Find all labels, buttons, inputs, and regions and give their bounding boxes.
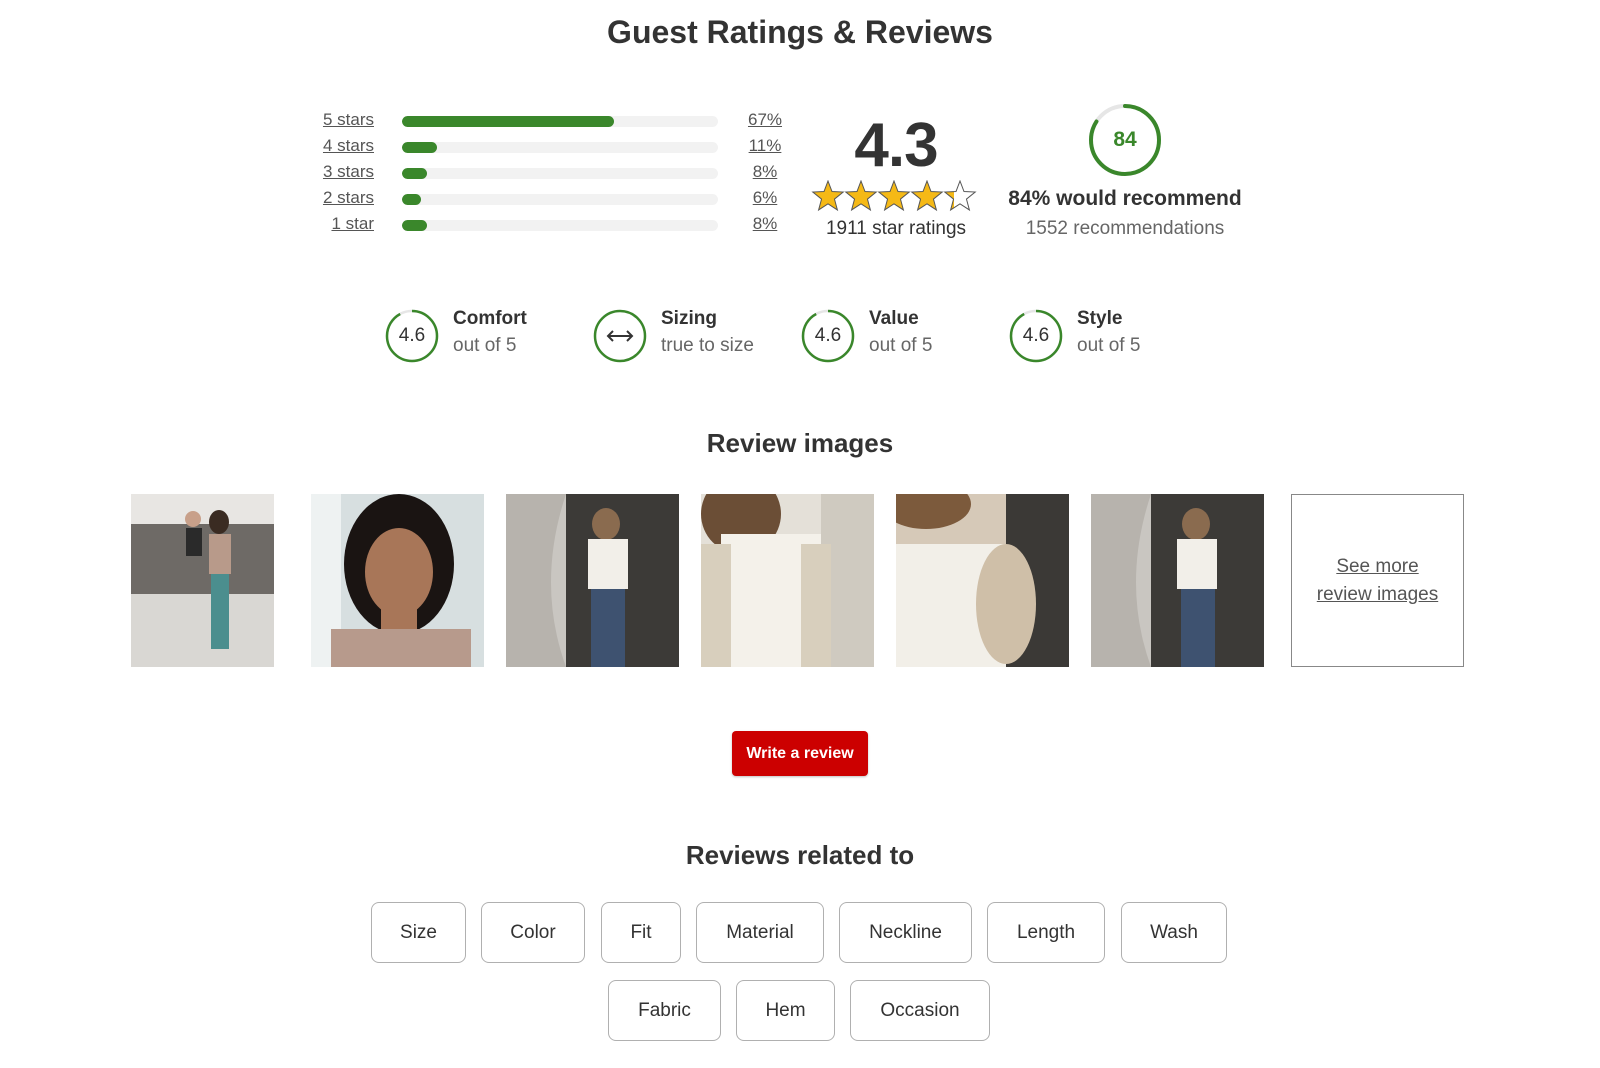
rating-bar-fill — [402, 194, 421, 205]
page-title: Guest Ratings & Reviews — [607, 14, 993, 50]
review-image-thumbnail[interactable] — [896, 494, 1069, 667]
reviews-related-title: Reviews related to — [685, 840, 915, 870]
attribute-subtitle: true to size — [661, 335, 754, 356]
average-star-rating — [811, 180, 977, 212]
review-images-title: Review images — [706, 428, 894, 458]
attribute-score: 4.6 — [814, 325, 842, 346]
rating-bar-track — [402, 168, 718, 179]
attribute-name: Sizing — [661, 308, 717, 329]
rating-row-percent[interactable]: 6% — [747, 188, 783, 208]
attribute-comfort: 4.6 Comfort out of 5 — [385, 308, 585, 364]
recommend-percent-value: 84 — [1113, 128, 1137, 151]
recommend-title: 84% would recommend — [1008, 187, 1242, 210]
rating-row-percent[interactable]: 8% — [747, 214, 783, 234]
rating-row-label[interactable]: 3 stars — [323, 162, 374, 182]
see-more-label[interactable]: See more review images — [1308, 553, 1448, 609]
rating-row-percent[interactable]: 67% — [747, 110, 783, 130]
rating-bar-fill — [402, 168, 428, 179]
attribute-subtitle: out of 5 — [869, 335, 933, 356]
star-ratings-count: 1911 star ratings — [825, 218, 967, 239]
review-image-thumbnail[interactable] — [131, 494, 274, 667]
attribute-value: 4.6 Value out of 5 — [801, 308, 1001, 364]
attribute-score: 4.6 — [1022, 325, 1050, 346]
rating-bar-fill — [402, 220, 428, 231]
rating-row-percent[interactable]: 11% — [747, 136, 783, 156]
average-rating-value: 4.3 — [854, 111, 938, 180]
see-more-review-images-link[interactable]: See more review images — [1291, 494, 1464, 667]
double-arrow-icon — [606, 330, 634, 342]
chip-size[interactable]: Size — [371, 902, 466, 963]
chip-length[interactable]: Length — [987, 902, 1105, 963]
chip-fabric[interactable]: Fabric — [608, 980, 721, 1041]
star-icon — [811, 180, 845, 212]
rating-row-label[interactable]: 1 star — [331, 214, 374, 234]
attribute-name: Value — [869, 308, 919, 329]
star-icon — [877, 180, 911, 212]
chip-material[interactable]: Material — [696, 902, 824, 963]
rating-row-percent[interactable]: 8% — [747, 162, 783, 182]
star-icon — [844, 180, 878, 212]
review-image-thumbnail[interactable] — [1091, 494, 1264, 667]
chip-occasion[interactable]: Occasion — [850, 980, 990, 1041]
star-icon — [910, 180, 944, 212]
review-image-thumbnail[interactable] — [311, 494, 484, 667]
rating-bar-fill — [402, 116, 614, 127]
rating-row-2[interactable]: 2 stars 6% — [300, 188, 800, 214]
chip-neckline[interactable]: Neckline — [839, 902, 972, 963]
rating-row-3[interactable]: 3 stars 8% — [300, 162, 800, 188]
rating-bar-track — [402, 194, 718, 205]
rating-row-label[interactable]: 4 stars — [323, 136, 374, 156]
attribute-style: 4.6 Style out of 5 — [1009, 308, 1209, 364]
attribute-sizing: Sizing true to size — [593, 308, 793, 364]
chip-color[interactable]: Color — [481, 902, 585, 963]
rating-row-label[interactable]: 5 stars — [323, 110, 374, 130]
chip-hem[interactable]: Hem — [736, 980, 835, 1041]
rating-bar-fill — [402, 142, 437, 153]
attribute-score: 4.6 — [398, 325, 426, 346]
rating-row-label[interactable]: 2 stars — [323, 188, 374, 208]
star-icon — [943, 180, 977, 212]
attribute-name: Comfort — [453, 308, 527, 329]
rating-bar-track — [402, 116, 718, 127]
review-image-thumbnail[interactable] — [506, 494, 679, 667]
rating-row-5[interactable]: 5 stars 67% — [300, 110, 800, 136]
attribute-subtitle: out of 5 — [453, 335, 517, 356]
rating-row-1[interactable]: 1 star 8% — [300, 214, 800, 240]
chip-fit[interactable]: Fit — [601, 902, 681, 963]
rating-bar-track — [402, 142, 718, 153]
rating-row-4[interactable]: 4 stars 11% — [300, 136, 800, 162]
review-image-thumbnail[interactable] — [701, 494, 874, 667]
recommend-count: 1552 recommendations — [1025, 218, 1225, 239]
rating-bar-track — [402, 220, 718, 231]
chip-wash[interactable]: Wash — [1121, 902, 1227, 963]
attribute-name: Style — [1077, 308, 1123, 329]
attribute-subtitle: out of 5 — [1077, 335, 1141, 356]
write-review-button[interactable]: Write a review — [732, 731, 868, 776]
